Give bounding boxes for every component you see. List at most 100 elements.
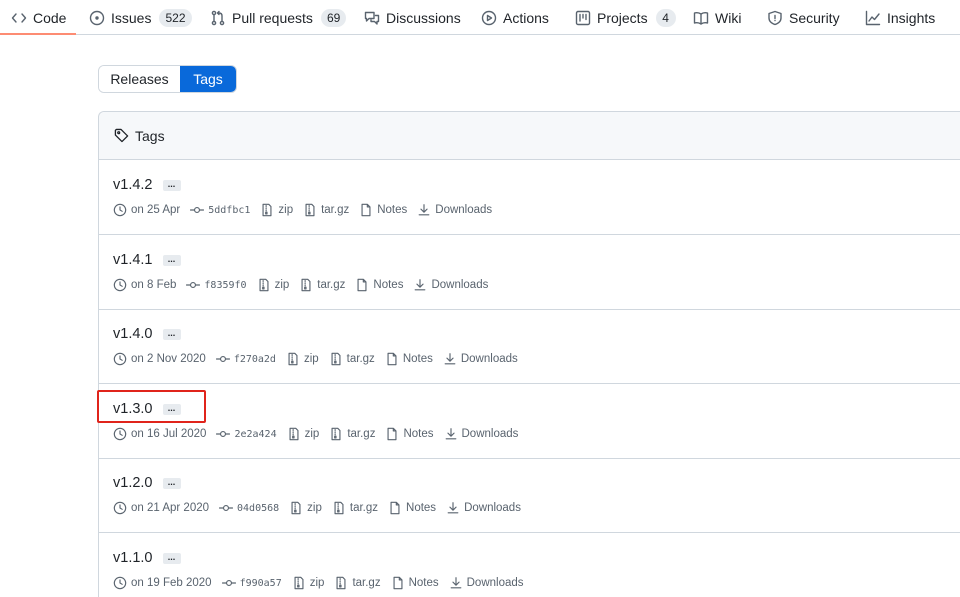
tag-targz[interactable]: tar.gz — [299, 278, 345, 292]
tag-notes[interactable]: Notes — [391, 576, 439, 590]
tag-commit-sha[interactable]: 04d0568 — [237, 503, 279, 514]
tag-downloads[interactable]: Downloads — [417, 203, 492, 217]
tag-date-text: on 19 Feb 2020 — [131, 577, 212, 589]
tab-wiki[interactable]: Wiki — [693, 0, 741, 35]
tag-targz[interactable]: tar.gz — [334, 576, 381, 590]
tag-zip[interactable]: zip — [260, 203, 293, 217]
tag-notes-link[interactable]: Notes — [373, 279, 403, 291]
tag-commit[interactable]: 5ddfbc1 — [190, 203, 250, 217]
tag-downloads[interactable]: Downloads — [443, 352, 518, 366]
tab-actions[interactable]: Actions — [481, 0, 549, 35]
clock-icon — [113, 427, 127, 441]
tab-projects[interactable]: Projects 4 — [575, 0, 676, 35]
tag-commit-sha[interactable]: 2e2a424 — [234, 429, 276, 440]
tag-zip-link[interactable]: zip — [304, 353, 319, 365]
tag-commit[interactable]: f270a2d — [215, 352, 276, 366]
tag-targz[interactable]: tar.gz — [303, 203, 349, 217]
file-zip-icon — [262, 203, 272, 217]
tab-pull-requests[interactable]: Pull requests 69 — [210, 0, 347, 35]
tag-downloads[interactable]: Downloads — [446, 501, 521, 515]
file-zip-icon — [331, 352, 341, 366]
tag-targz[interactable]: tar.gz — [332, 501, 378, 515]
tag-downloads-link[interactable]: Downloads — [431, 279, 488, 291]
tag-targz-link[interactable]: tar.gz — [317, 279, 345, 291]
tag-zip-link[interactable]: zip — [278, 204, 293, 216]
tag-notes-link[interactable]: Notes — [403, 353, 433, 365]
tag-notes-link[interactable]: Notes — [406, 502, 436, 514]
tag-commit[interactable]: f8359f0 — [186, 278, 247, 292]
ellipsis-button[interactable]: ... — [162, 179, 181, 191]
tag-name-link[interactable]: v1.4.2 — [113, 177, 153, 193]
file-zip-icon — [259, 278, 269, 292]
tab-insights[interactable]: Insights — [865, 0, 935, 35]
tag-name-link[interactable]: v1.2.0 — [113, 475, 153, 491]
releases-button[interactable]: Releases — [99, 66, 180, 92]
tag-downloads-link[interactable]: Downloads — [467, 577, 524, 589]
tag-targz[interactable]: tar.gz — [329, 427, 375, 441]
tag-commit-sha[interactable]: f270a2d — [234, 354, 276, 365]
tag-targz[interactable]: tar.gz — [329, 352, 375, 366]
tag-zip-link[interactable]: zip — [305, 428, 320, 440]
tag-commit-sha[interactable]: 5ddfbc1 — [208, 205, 250, 216]
file-zip-icon — [305, 203, 315, 217]
file-icon — [393, 576, 403, 590]
tag-commit[interactable]: f990a57 — [221, 576, 282, 590]
tab-issues[interactable]: Issues 522 — [89, 0, 192, 35]
tag-name-link[interactable]: v1.4.0 — [113, 326, 153, 342]
tag-notes[interactable]: Notes — [355, 278, 403, 292]
tag-notes-link[interactable]: Notes — [403, 428, 433, 440]
tab-wiki-label: Wiki — [715, 9, 742, 26]
tag-commit[interactable]: 04d0568 — [219, 501, 279, 515]
tab-insights-label: Insights — [887, 9, 936, 26]
tag-zip[interactable]: zip — [286, 352, 319, 366]
tag-downloads-link[interactable]: Downloads — [464, 502, 521, 514]
tag-date: on 2 Nov 2020 — [113, 352, 206, 366]
tag-downloads[interactable]: Downloads — [449, 576, 524, 590]
tag-targz-link[interactable]: tar.gz — [347, 428, 375, 440]
tag-name-link[interactable]: v1.4.1 — [113, 252, 153, 268]
tab-discussions[interactable]: Discussions — [364, 0, 461, 35]
highlight-box — [97, 390, 206, 423]
tag-notes-link[interactable]: Notes — [377, 204, 407, 216]
tag-commit-sha[interactable]: f8359f0 — [204, 280, 246, 291]
tag-zip[interactable]: zip — [289, 501, 322, 515]
tag-notes[interactable]: Notes — [385, 352, 433, 366]
tag-date: on 8 Feb — [113, 278, 176, 292]
tag-zip-link[interactable]: zip — [307, 502, 322, 514]
tag-downloads[interactable]: Downloads — [444, 427, 519, 441]
tag-row: v1.4.0 ... on 2 Nov 2020 f270a2d zip tar… — [99, 309, 960, 384]
actions-icon — [481, 10, 497, 25]
tag-targz-link[interactable]: tar.gz — [321, 204, 349, 216]
tag-notes[interactable]: Notes — [359, 203, 407, 217]
tag-commit-sha[interactable]: f990a57 — [240, 578, 282, 589]
tag-targz-link[interactable]: tar.gz — [347, 353, 375, 365]
tab-issues-label: Issues — [111, 9, 152, 26]
tag-zip-link[interactable]: zip — [310, 577, 325, 589]
tag-downloads-link[interactable]: Downloads — [461, 353, 518, 365]
tag-zip[interactable]: zip — [287, 427, 320, 441]
tag-zip-link[interactable]: zip — [275, 279, 290, 291]
tag-targz-link[interactable]: tar.gz — [352, 577, 380, 589]
tag-name-link[interactable]: v1.1.0 — [113, 550, 153, 566]
tag-notes-link[interactable]: Notes — [409, 577, 439, 589]
tag-notes[interactable]: Notes — [385, 427, 434, 441]
tag-downloads[interactable]: Downloads — [413, 278, 488, 292]
tag-targz-link[interactable]: tar.gz — [350, 502, 378, 514]
ellipsis-button[interactable]: ... — [162, 552, 181, 564]
tab-code[interactable]: Code — [11, 0, 66, 35]
tag-zip[interactable]: zip — [257, 278, 290, 292]
tab-security[interactable]: Security — [767, 0, 840, 35]
file-icon — [357, 278, 367, 292]
ellipsis-button[interactable]: ... — [162, 477, 181, 489]
tag-commit[interactable]: 2e2a424 — [216, 427, 277, 441]
tag-notes[interactable]: Notes — [388, 501, 436, 515]
download-icon — [445, 428, 456, 440]
ellipsis-button[interactable]: ... — [162, 254, 181, 266]
ellipsis-button[interactable]: ... — [162, 328, 181, 340]
clock-icon — [113, 576, 127, 590]
file-icon — [390, 501, 400, 515]
tag-downloads-link[interactable]: Downloads — [462, 428, 519, 440]
tag-zip[interactable]: zip — [292, 576, 325, 590]
tags-button[interactable]: Tags — [180, 66, 236, 92]
tag-downloads-link[interactable]: Downloads — [435, 204, 492, 216]
